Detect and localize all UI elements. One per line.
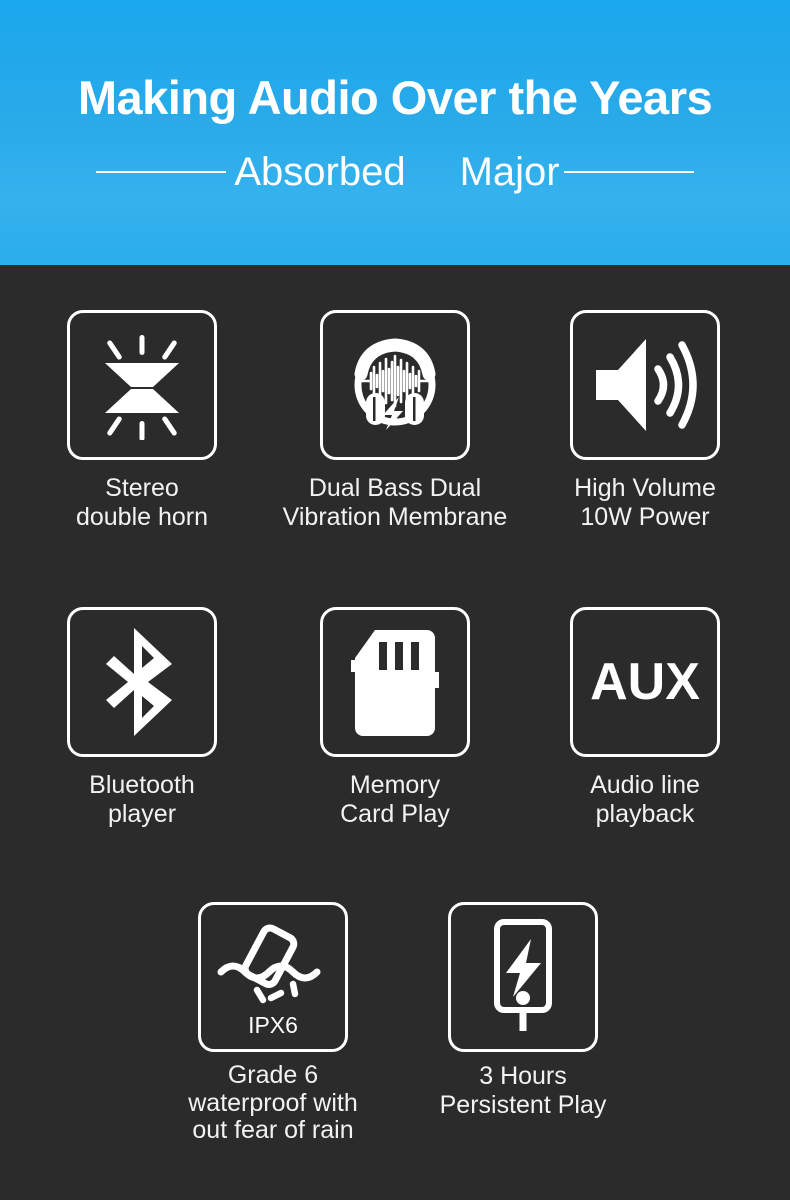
feature-card-stereo-double-horn[interactable]: Stereo double horn [17, 310, 267, 532]
feature-label: 3 Hours Persistent Play [439, 1062, 607, 1119]
waterproof-ipx6-icon [217, 924, 321, 1004]
icon-frame [67, 607, 217, 757]
feature-label: Audio line playback [590, 771, 700, 828]
icon-frame [570, 310, 720, 460]
speaker-volume-icon [596, 339, 697, 431]
headphones-waveform-bass-icon [354, 338, 436, 430]
sd-memory-card-icon [351, 630, 439, 736]
subtitle-word-major: Major [459, 150, 560, 194]
feature-label: Memory Card Play [340, 771, 450, 828]
icon-frame: AUX [570, 607, 720, 757]
icon-frame [448, 902, 598, 1052]
feature-card-waterproof[interactable]: IPX6 Grade 6 waterproof with out fear of… [148, 902, 398, 1145]
feature-card-memory-card[interactable]: Memory Card Play [270, 607, 520, 829]
ipx6-label: IPX6 [248, 1012, 298, 1038]
subtitle-word-absorbed: Absorbed [234, 150, 406, 194]
feature-grid: Stereo double horn Dual Bass Dual Vibrat… [0, 265, 790, 1200]
page-header: Making Audio Over the Years Absorbed Maj… [0, 0, 790, 265]
aux-text-icon: AUX [590, 653, 700, 711]
feature-card-dual-bass-membrane[interactable]: Dual Bass Dual Vibration Membrane [270, 310, 520, 532]
promo-page: Making Audio Over the Years Absorbed Maj… [0, 0, 790, 1200]
feature-label: Bluetooth player [89, 771, 195, 828]
feature-label: High Volume 10W Power [574, 474, 716, 531]
icon-frame [67, 310, 217, 460]
feature-card-bluetooth[interactable]: Bluetooth player [17, 607, 267, 829]
phone-charging-bolt-icon [494, 919, 552, 1031]
subtitle-rule-left [96, 171, 227, 173]
feature-card-battery-life[interactable]: 3 Hours Persistent Play [398, 902, 648, 1120]
feature-card-aux[interactable]: AUX Audio line playback [520, 607, 770, 829]
icon-frame: IPX6 [198, 902, 348, 1052]
header-subtitle: Absorbed Major [0, 152, 790, 192]
feature-card-high-volume[interactable]: High Volume 10W Power [520, 310, 770, 532]
bluetooth-icon [106, 628, 172, 736]
feature-label: Dual Bass Dual Vibration Membrane [282, 474, 508, 531]
icon-frame [320, 310, 470, 460]
feature-label: Grade 6 waterproof with out fear of rain [188, 1061, 358, 1144]
stereo-double-horn-icon [105, 335, 179, 440]
icon-frame [320, 607, 470, 757]
feature-label: Stereo double horn [75, 474, 209, 531]
subtitle-rule-right [563, 171, 694, 173]
page-title: Making Audio Over the Years [77, 71, 713, 124]
